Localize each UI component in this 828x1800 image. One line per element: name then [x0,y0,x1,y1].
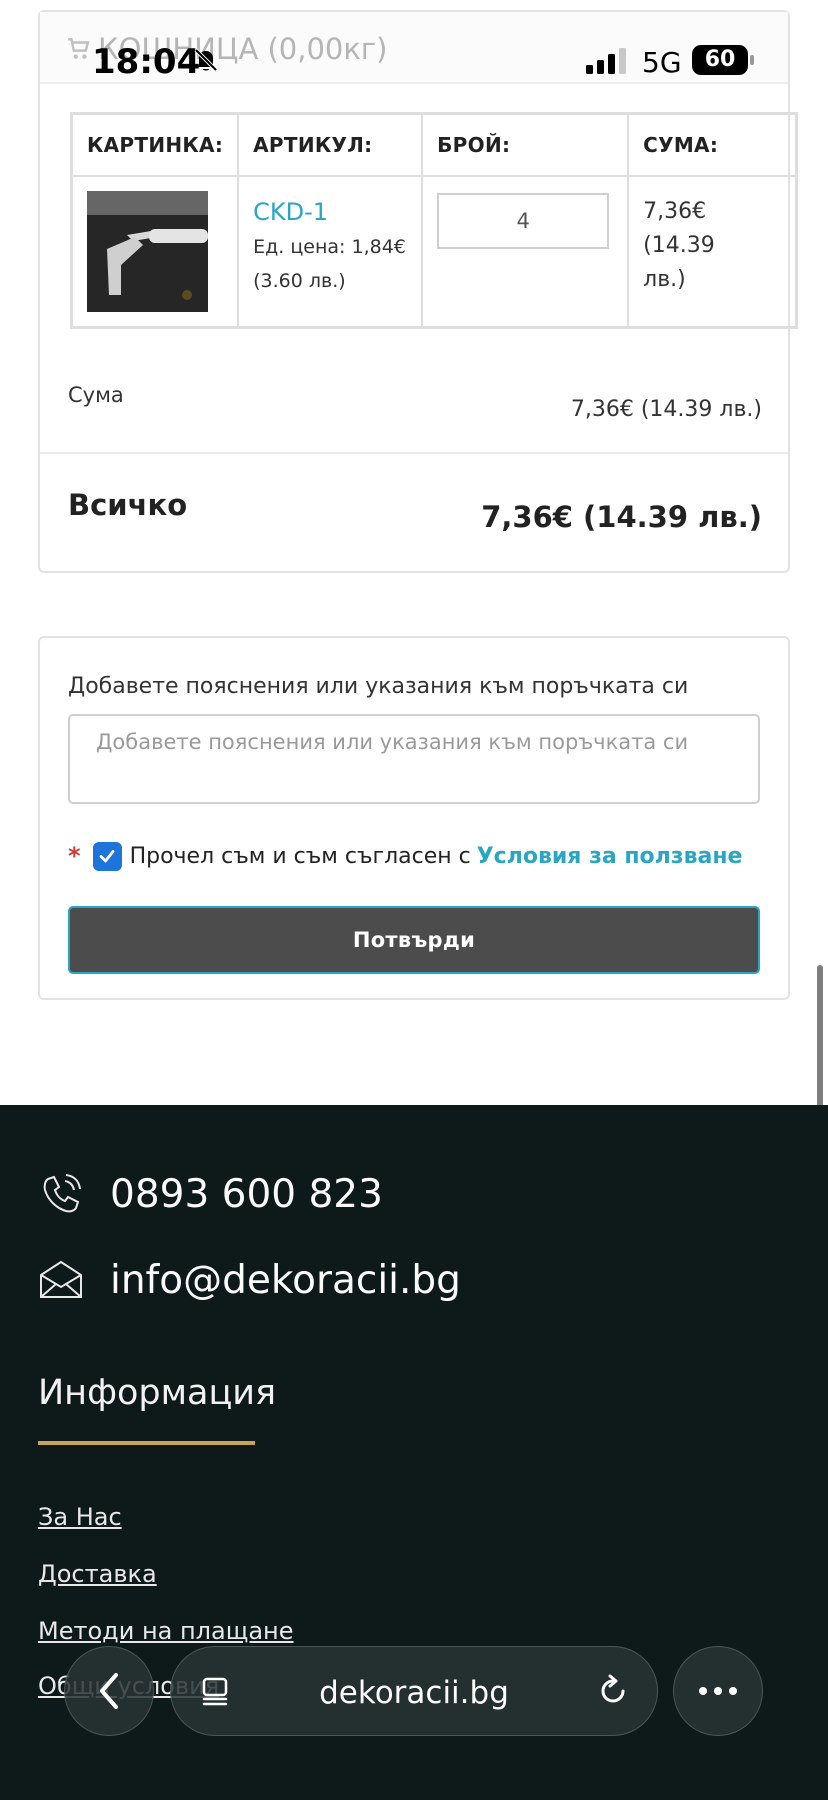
order-notes-card: Добавете пояснения или указания към поръ… [38,636,790,1000]
cart-card: КОШНИЦА (0,00кг) КАРТИНКА: АРТИКУЛ: БРОЙ… [38,10,798,573]
terms-link[interactable]: Условия за ползване [477,844,743,869]
browser-more-button[interactable] [673,1646,763,1736]
terms-text: Прочел съм и съм съгласен с [129,843,471,869]
row-total-bgn-unit: лв.) [643,266,686,292]
article-cell: CKD-1 Ед. цена: 1,84€ (3.60 лв.) [237,174,424,329]
table-row: CKD-1 Ед. цена: 1,84€ (3.60 лв.) 7,36€ (… [70,174,798,329]
total-row: Всичко 7,36€ (14.39 лв.) [68,476,762,546]
more-dots-icon [699,1687,737,1695]
column-sum: СУМА: [627,112,798,177]
browser-url: dekoracii.bg [319,1675,509,1711]
divider [40,452,788,454]
notes-textarea[interactable] [68,714,760,804]
chevron-left-icon [100,1673,118,1709]
browser-url-bar[interactable]: dekoracii.bg [170,1646,658,1736]
row-total-cell: 7,36€ (14.39 лв.) [627,174,798,329]
terms-checkbox[interactable] [92,841,122,871]
info-heading: Информация [38,1373,277,1413]
row-total-bgn: (14.39 [643,232,715,258]
subtotal-row: Сума 7,36€ (14.39 лв.) [68,376,762,436]
reload-icon[interactable] [595,1673,631,1709]
total-label: Всичко [68,488,188,522]
cart-heading: КОШНИЦА (0,00кг) [66,32,387,66]
row-total: 7,36€ (14.39 лв.) [643,195,781,297]
notes-label: Добавете пояснения или указания към поръ… [68,674,689,699]
product-image[interactable] [87,190,208,312]
product-sku-link[interactable]: CKD-1 [253,198,407,226]
column-image: КАРТИНКА: [70,112,240,177]
cart-table: КАРТИНКА: АРТИКУЛ: БРОЙ: СУМА: CKD-1 Ед.… [70,112,798,329]
checkmark-icon [99,850,115,863]
quantity-input[interactable] [437,192,610,249]
email-address: info@dekoracii.bg [110,1257,461,1303]
confirm-button[interactable]: Потвърди [68,906,760,974]
quantity-cell [421,174,630,329]
column-quantity: БРОЙ: [421,112,630,177]
footer-link-delivery[interactable]: Доставка [38,1560,157,1588]
unit-price-eur: Ед. цена: 1,84€ [253,235,406,258]
footer-link-about[interactable]: За Нас [38,1503,122,1531]
unit-price-bgn: (3.60 лв.) [253,269,346,292]
subtotal-value: 7,36€ (14.39 лв.) [570,397,762,422]
footer-link-payment[interactable]: Методи на плащане [38,1617,294,1645]
page-scrollbar[interactable] [817,965,823,1107]
cart-header: КОШНИЦА (0,00кг) [40,12,788,84]
browser-back-button[interactable] [64,1646,154,1736]
phone-number: 0893 600 823 [110,1171,383,1217]
column-article: АРТИКУЛ: [237,112,424,177]
subtotal-label: Сума [68,383,124,407]
cart-icon [68,38,90,59]
envelope-icon [40,1260,82,1298]
phone-icon [43,1174,81,1213]
footer-email[interactable]: info@dekoracii.bg [38,1257,461,1303]
cart-table-header: КАРТИНКА: АРТИКУЛ: БРОЙ: СУМА: [70,112,798,177]
row-total-eur: 7,36€ [643,198,707,224]
product-image-cell [70,174,240,329]
terms-row: * Прочел съм и съм съгласен с Условия за… [68,840,742,872]
unit-price: Ед. цена: 1,84€ (3.60 лв.) [253,230,407,298]
total-value: 7,36€ (14.39 лв.) [481,500,762,534]
required-mark: * [68,842,81,870]
info-underline [38,1441,255,1445]
cart-heading-text: КОШНИЦА (0,00кг) [98,32,388,66]
footer-phone[interactable]: 0893 600 823 [38,1171,383,1217]
